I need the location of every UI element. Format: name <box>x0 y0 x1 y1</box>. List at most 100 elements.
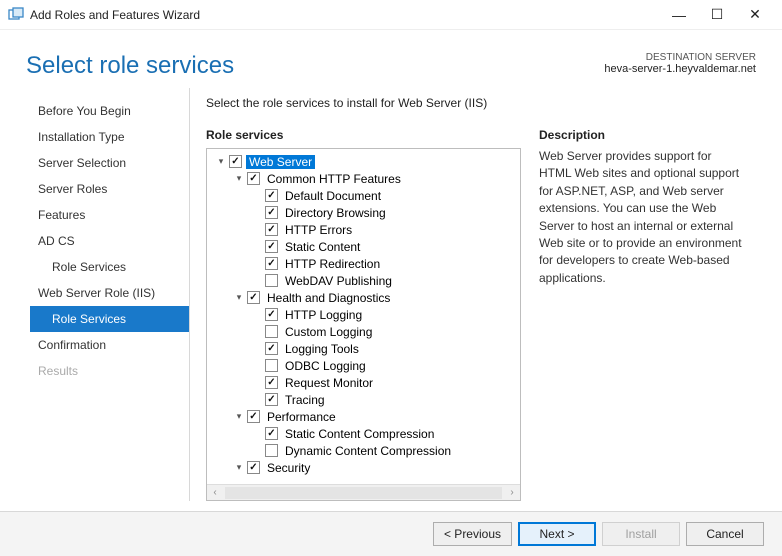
wizard-step[interactable]: Before You Begin <box>30 98 189 124</box>
close-button[interactable]: ✕ <box>736 0 774 30</box>
tree-node[interactable]: HTTP Errors <box>209 221 518 238</box>
tree-node[interactable]: ODBC Logging <box>209 357 518 374</box>
description-text: Web Server provides support for HTML Web… <box>539 148 744 287</box>
tree-node[interactable]: Tracing <box>209 391 518 408</box>
tree-node-label[interactable]: Security <box>264 461 313 475</box>
maximize-button[interactable]: ☐ <box>698 0 736 30</box>
checkbox[interactable] <box>247 461 260 474</box>
tree-node-label[interactable]: Logging Tools <box>282 342 362 356</box>
tree-node-label[interactable]: ODBC Logging <box>282 359 369 373</box>
wizard-footer: < Previous Next > Install Cancel <box>0 511 782 556</box>
install-button[interactable]: Install <box>602 522 680 546</box>
tree-node-label[interactable]: Web Server <box>246 155 315 169</box>
cancel-button[interactable]: Cancel <box>686 522 764 546</box>
tree-node[interactable]: ▾ Health and Diagnostics <box>209 289 518 306</box>
expander-spacer <box>251 207 263 219</box>
tree-node[interactable]: Custom Logging <box>209 323 518 340</box>
expander-spacer <box>251 224 263 236</box>
checkbox[interactable] <box>247 410 260 423</box>
tree-node-label[interactable]: Dynamic Content Compression <box>282 444 454 458</box>
tree-node-label[interactable]: Performance <box>264 410 339 424</box>
tree-node-label[interactable]: Default Document <box>282 189 384 203</box>
checkbox[interactable] <box>265 206 278 219</box>
checkbox[interactable] <box>265 189 278 202</box>
tree-node[interactable]: Static Content Compression <box>209 425 518 442</box>
tree-node[interactable]: ▾ Security <box>209 459 518 476</box>
wizard-step[interactable]: Confirmation <box>30 332 189 358</box>
tree-node-label[interactable]: Health and Diagnostics <box>264 291 393 305</box>
checkbox[interactable] <box>247 172 260 185</box>
wizard-step[interactable]: Role Services <box>30 254 189 280</box>
collapse-icon[interactable]: ▾ <box>233 462 245 474</box>
tree-node[interactable]: Request Monitor <box>209 374 518 391</box>
scroll-track[interactable] <box>225 487 502 499</box>
tree-node[interactable]: Default Document <box>209 187 518 204</box>
checkbox[interactable] <box>229 155 242 168</box>
checkbox[interactable] <box>265 240 278 253</box>
wizard-step: Results <box>30 358 189 384</box>
checkbox[interactable] <box>265 427 278 440</box>
collapse-icon[interactable]: ▾ <box>233 411 245 423</box>
checkbox[interactable] <box>247 291 260 304</box>
expander-spacer <box>251 377 263 389</box>
wizard-step[interactable]: Role Services <box>30 306 189 332</box>
tree-node-label[interactable]: Static Content <box>282 240 363 254</box>
tree-node-label[interactable]: HTTP Redirection <box>282 257 383 271</box>
tree-node-label[interactable]: Request Monitor <box>282 376 376 390</box>
tree-node[interactable]: Static Content <box>209 238 518 255</box>
expander-spacer <box>251 275 263 287</box>
tree-node[interactable]: ▾ Common HTTP Features <box>209 170 518 187</box>
checkbox[interactable] <box>265 342 278 355</box>
wizard-step[interactable]: Web Server Role (IIS) <box>30 280 189 306</box>
wizard-step[interactable]: Installation Type <box>30 124 189 150</box>
wizard-step[interactable]: AD CS <box>30 228 189 254</box>
checkbox[interactable] <box>265 257 278 270</box>
tree-node-label[interactable]: Directory Browsing <box>282 206 389 220</box>
wizard-step[interactable]: Server Roles <box>30 176 189 202</box>
next-button[interactable]: Next > <box>518 522 596 546</box>
collapse-icon[interactable]: ▾ <box>215 156 227 168</box>
scroll-right-icon[interactable]: › <box>504 487 520 498</box>
page-title: Select role services <box>26 52 604 80</box>
expander-spacer <box>251 445 263 457</box>
wizard-step[interactable]: Server Selection <box>30 150 189 176</box>
tree-node-label[interactable]: HTTP Logging <box>282 308 365 322</box>
checkbox[interactable] <box>265 393 278 406</box>
checkbox[interactable] <box>265 308 278 321</box>
tree-node-label[interactable]: Static Content Compression <box>282 427 437 441</box>
minimize-button[interactable]: — <box>660 0 698 30</box>
horizontal-scrollbar[interactable]: ‹ › <box>207 484 520 500</box>
collapse-icon[interactable]: ▾ <box>233 173 245 185</box>
expander-spacer <box>251 241 263 253</box>
tree-node[interactable]: Dynamic Content Compression <box>209 442 518 459</box>
wizard-sidebar: Before You BeginInstallation TypeServer … <box>0 88 190 501</box>
checkbox[interactable] <box>265 223 278 236</box>
role-services-tree[interactable]: ▾Web Server▾Common HTTP FeaturesDefault … <box>206 148 521 501</box>
tree-node-label[interactable]: HTTP Errors <box>282 223 355 237</box>
tree-node[interactable]: HTTP Redirection <box>209 255 518 272</box>
checkbox[interactable] <box>265 359 278 372</box>
window-title: Add Roles and Features Wizard <box>30 8 660 22</box>
tree-node[interactable]: ▾ Performance <box>209 408 518 425</box>
previous-button[interactable]: < Previous <box>433 522 512 546</box>
tree-node[interactable]: Logging Tools <box>209 340 518 357</box>
tree-node[interactable]: ▾ Web Server <box>209 153 518 170</box>
tree-node[interactable]: HTTP Logging <box>209 306 518 323</box>
checkbox[interactable] <box>265 274 278 287</box>
tree-node-label[interactable]: Tracing <box>282 393 328 407</box>
checkbox[interactable] <box>265 376 278 389</box>
description-pane: Description Web Server provides support … <box>539 128 744 501</box>
expander-spacer <box>251 360 263 372</box>
collapse-icon[interactable]: ▾ <box>233 292 245 304</box>
checkbox[interactable] <box>265 444 278 457</box>
wizard-step[interactable]: Features <box>30 202 189 228</box>
tree-node-label[interactable]: Custom Logging <box>282 325 375 339</box>
tree-node-label[interactable]: Common HTTP Features <box>264 172 404 186</box>
checkbox[interactable] <box>265 325 278 338</box>
role-services-heading: Role services <box>206 128 521 142</box>
tree-node-label[interactable]: WebDAV Publishing <box>282 274 395 288</box>
scroll-left-icon[interactable]: ‹ <box>207 487 223 498</box>
tree-node[interactable]: WebDAV Publishing <box>209 272 518 289</box>
main-pane: Select the role services to install for … <box>190 88 760 501</box>
tree-node[interactable]: Directory Browsing <box>209 204 518 221</box>
